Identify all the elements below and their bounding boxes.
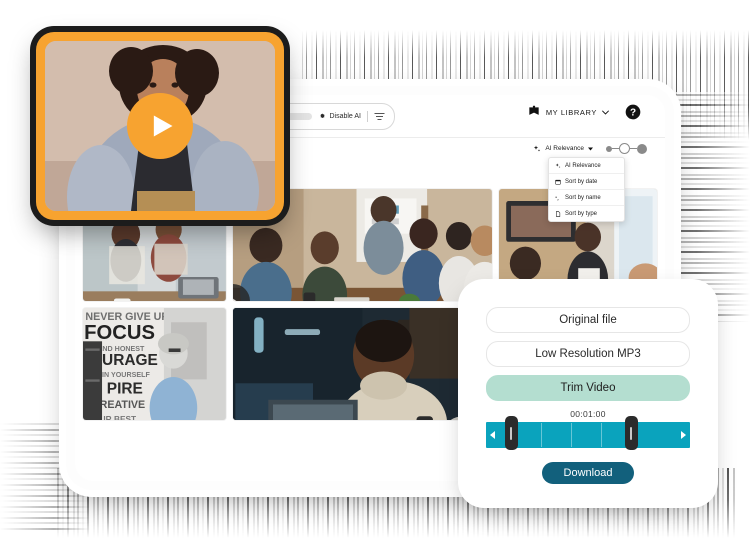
arrow-right-icon[interactable] — [681, 431, 686, 439]
play-triangle-icon — [232, 297, 238, 301]
filter-sliders-icon[interactable] — [374, 112, 385, 121]
book-icon — [529, 105, 539, 115]
my-library-label: MY LIBRARY — [545, 107, 597, 117]
calendar-icon — [555, 179, 561, 185]
sort-menu-item-date[interactable]: Sort by date — [549, 174, 624, 190]
size-slider-track-left — [612, 147, 619, 150]
svg-text:z: z — [557, 197, 559, 201]
disable-ai-toggle[interactable]: Disable AI — [319, 113, 361, 120]
download-button[interactable]: Download — [541, 462, 635, 484]
svg-text:REATIVE: REATIVE — [100, 399, 146, 411]
option-label: Low Resolution MP3 — [535, 348, 641, 360]
video-preview-thumbnail — [45, 41, 275, 211]
option-label: Original file — [559, 314, 617, 326]
my-library-menu[interactable]: MY LIBRARY — [527, 105, 609, 119]
sort-menu-label: Sort by date — [565, 178, 598, 185]
trim-tick — [541, 423, 542, 447]
sort-dropdown-menu[interactable]: AI Relevance Sort by date a z Sort by na… — [548, 157, 625, 222]
option-low-resolution-mp3[interactable]: Low Resolution MP3 — [486, 341, 690, 367]
alpha-sort-icon: a z — [555, 195, 559, 201]
video-preview-card[interactable] — [36, 32, 284, 220]
svg-text:IN YOURSELF: IN YOURSELF — [102, 371, 150, 379]
option-trim-video[interactable]: Trim Video — [486, 375, 690, 401]
sort-menu-item-name[interactable]: a z Sort by name — [549, 190, 624, 206]
sort-and-size-controls: AI Relevance — [533, 143, 647, 154]
trim-handle-start[interactable] — [504, 416, 518, 450]
ai-sparkle-icon — [534, 145, 541, 152]
option-original-file[interactable]: Original file — [486, 307, 690, 333]
photo-man-laptop — [232, 308, 492, 420]
sort-dropdown-trigger[interactable]: AI Relevance — [533, 145, 593, 153]
trim-slider-track[interactable] — [486, 416, 690, 451]
option-label: Trim Video — [560, 382, 616, 394]
trim-handle-end[interactable] — [624, 416, 638, 450]
photo-focus-wall: NEVER GIVE UP FOCUS AND HONEST URAGE IN … — [83, 308, 226, 420]
svg-text:UR BEST: UR BEST — [100, 414, 136, 420]
gear-icon — [320, 113, 326, 119]
trim-tick — [571, 423, 572, 447]
disable-ai-label: Disable AI — [329, 113, 361, 120]
chevron-down-icon — [602, 110, 609, 115]
svg-text:URAGE: URAGE — [102, 352, 158, 369]
trim-tick — [601, 423, 602, 447]
thumbnail-focus-wall-phone-call[interactable]: NEVER GIVE UP FOCUS AND HONEST URAGE IN … — [83, 308, 226, 420]
size-slider-track-right — [630, 147, 637, 150]
thumbnail-man-laptop-smiling[interactable] — [232, 308, 492, 420]
ai-sparkle-icon — [555, 162, 561, 168]
sort-menu-label: Sort by name — [565, 194, 601, 201]
play-triangle-icon — [153, 115, 173, 137]
handle-grip — [630, 426, 632, 440]
handle-grip — [510, 426, 512, 440]
arrow-left-icon[interactable] — [490, 431, 495, 439]
svg-text:FOCUS: FOCUS — [84, 322, 155, 344]
caret-down-icon — [588, 147, 593, 150]
screenshot-stage: Disable AI MY LIBRARY ? AI Relevance AI … — [0, 0, 750, 550]
sort-menu-item-ai-relevance[interactable]: AI Relevance — [549, 158, 624, 174]
video-play-button[interactable] — [127, 93, 193, 159]
svg-text:PIRE: PIRE — [107, 381, 143, 398]
size-medium-dot[interactable] — [619, 143, 630, 154]
thumbnail-size-slider[interactable] — [606, 143, 647, 154]
help-question-icon[interactable]: ? — [625, 104, 641, 120]
download-button-row: Download — [486, 462, 690, 484]
sort-menu-label: AI Relevance — [565, 162, 601, 169]
size-large-dot[interactable] — [637, 143, 647, 154]
sort-menu-item-type[interactable]: Sort by type — [549, 206, 624, 221]
sort-menu-label: Sort by type — [565, 210, 598, 217]
svg-text:?: ? — [630, 107, 636, 118]
file-type-icon — [556, 210, 561, 217]
sort-selected-label: AI Relevance — [545, 145, 584, 152]
download-options-panel: Original file Low Resolution MP3 Trim Vi… — [464, 285, 712, 502]
trim-selection-range[interactable] — [504, 416, 638, 451]
toolbar-divider — [367, 111, 368, 122]
